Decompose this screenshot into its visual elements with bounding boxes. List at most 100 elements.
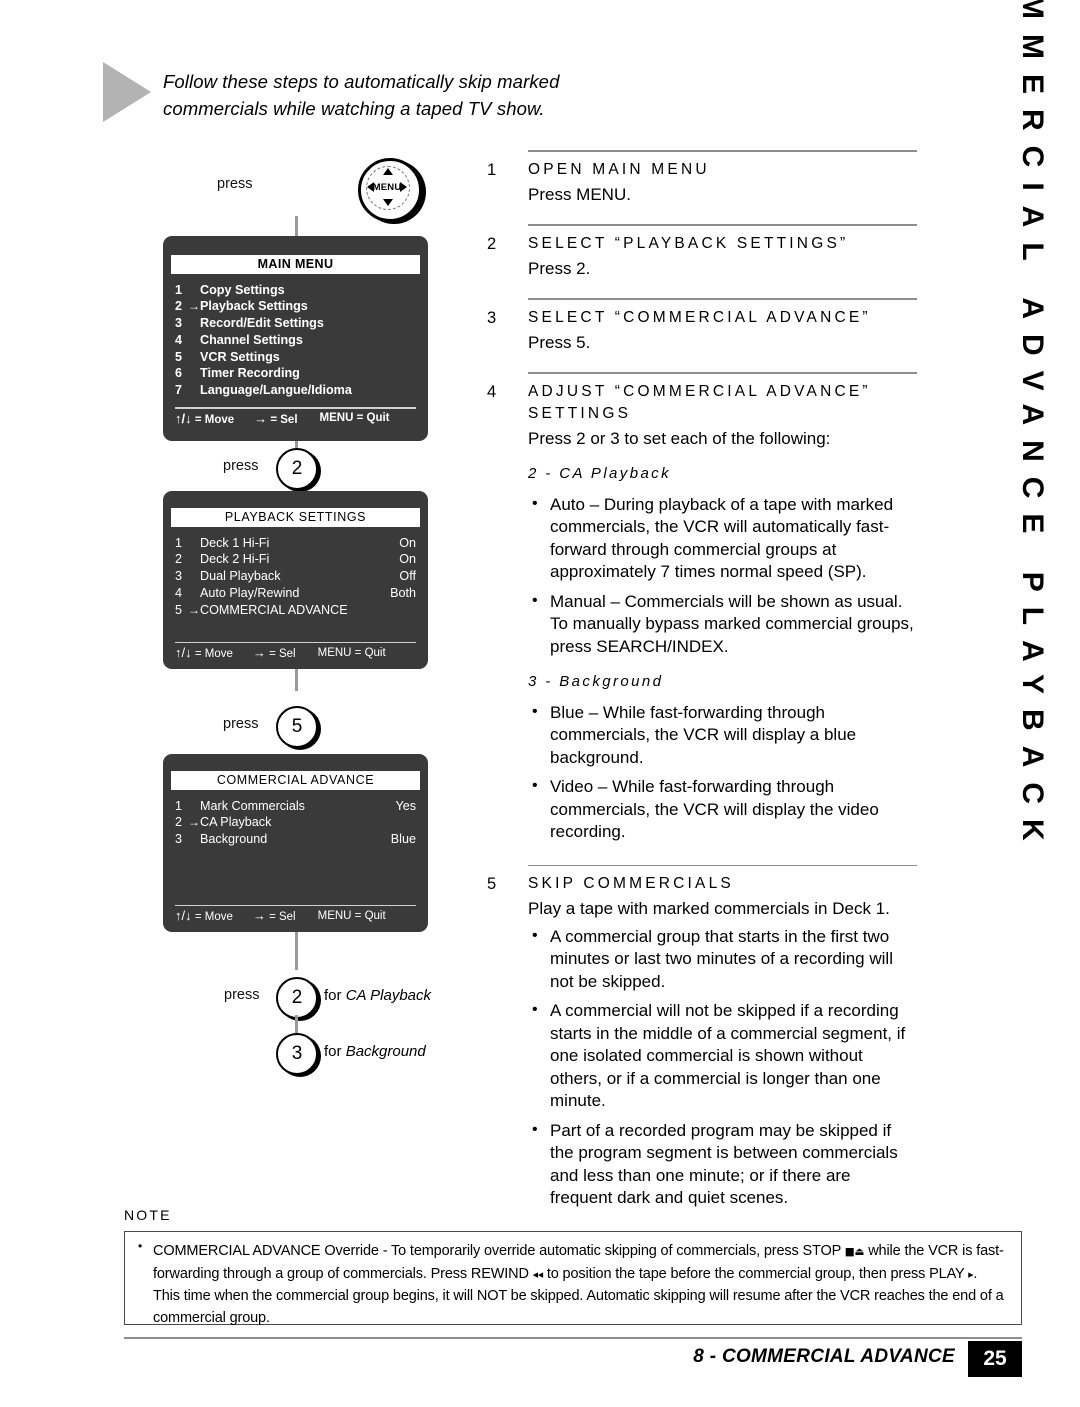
row-label: Background [200,832,268,847]
menu-item[interactable]: 1 Deck 1 Hi-Fi On [175,535,416,552]
row-number: 3 [175,832,183,847]
stop-icon: ■⏏ [844,1245,865,1258]
press-label-2: press [223,458,259,474]
row-number: 5 [175,349,183,364]
press-2-ca-playback-row: press 2 for CA Playback [100,970,480,1026]
intro-arrow-icon [103,62,151,122]
step-title: ADJUST “COMMERCIAL ADVANCE” SETTINGS [528,382,871,422]
row-value: Off [399,569,416,584]
note-item: COMMERCIAL ADVANCE Override - To tempora… [135,1239,1011,1328]
press-label-menu: press [217,176,253,192]
screen-main-menu: MAIN MENU 1 Copy Settings 2 → Playback Sett… [163,236,428,441]
background-italic: Background [345,1043,426,1060]
step-number: 4 [487,382,497,401]
row-label: Language/Langue/Idioma [200,383,352,398]
menu-item[interactable]: 7 Language/Langue/Idioma [175,382,416,399]
row-arrow-icon: → [188,815,200,830]
hint-move-label: = Move [194,911,233,923]
key-3-label: 3 [291,1043,303,1064]
key-2-button[interactable]: 2 [276,448,318,490]
page-number: 25 [968,1341,1022,1377]
menu-item[interactable]: 1 Copy Settings [175,282,416,299]
row-number: 2 [175,299,183,314]
for-word: for [324,1043,346,1060]
row-value: Both [390,585,416,600]
step-body: Play a tape with marked commercials in D… [528,898,917,1210]
row-value: Yes [395,798,416,813]
row-value: Blue [390,832,416,847]
bullet-item: A commercial will not be skipped if a re… [528,999,917,1113]
updown-arrow-icon: ↑/↓ [175,908,192,923]
footer-title: 8 - COMMERCIAL ADVANCE [693,1346,955,1367]
bullet-list-ca-playback: Auto – During playback of a tape with ma… [528,493,917,659]
right-arrow-icon: → [254,410,268,426]
screen-rows-main-menu: 1 Copy Settings 2 → Playback Settings 3 Reco… [163,274,428,400]
screen-title-commercial-advance: COMMERCIAL ADVANCE [171,771,420,790]
menu-item[interactable]: 3 Background Blue [175,831,416,848]
connector-line [295,669,298,691]
key-2b-button[interactable]: 2 [276,977,318,1019]
menu-item[interactable]: 4 Channel Settings [175,332,416,349]
row-number: 3 [175,316,183,331]
screen-rows-commercial-advance: 1 Mark Commercials Yes 2 → CA Playback 3 Back… [163,790,428,848]
row-number: 1 [175,535,183,550]
screen-playback-settings: PLAYBACK SETTINGS 1 Deck 1 Hi-Fi On 2 Deck … [163,491,428,669]
side-tab-title: COMMERCIAL ADVANCE PLAYBACK [1016,0,1049,856]
key-5-label: 5 [291,716,303,737]
menu-button-icon[interactable]: MENU [358,158,422,222]
menu-item[interactable]: 2 Deck 2 Hi-Fi On [175,551,416,568]
row-arrow-icon: → [188,602,200,617]
row-number: 2 [175,552,183,567]
menu-item[interactable]: 6 Timer Recording [175,365,416,382]
hint-quit-label: MENU = Quit [319,412,390,425]
step-instruction: Press 2 or 3 to set each of the followin… [528,428,831,448]
intro-text: Follow these steps to automatically skip… [163,71,560,119]
menu-item[interactable]: 4 Auto Play/Rewind Both [175,585,416,602]
row-number: 4 [175,585,183,600]
menu-item[interactable]: 3 Record/Edit Settings [175,315,416,332]
step-number: 2 [487,234,497,253]
key-5-button[interactable]: 5 [276,706,318,748]
row-number: 7 [175,383,183,398]
hint-quit-label: MENU = Quit [317,646,386,659]
footer-divider [124,1337,1022,1339]
key-3-button[interactable]: 3 [276,1033,318,1075]
menu-item[interactable]: 2 → Playback Settings [175,298,416,315]
row-number: 1 [175,798,183,813]
divider [528,864,917,867]
for-background-label: for Background [324,1043,426,1060]
menu-item[interactable]: 5 VCR Settings [175,349,416,366]
row-label: Auto Play/Rewind [200,585,300,600]
divider [528,224,917,226]
divider [175,407,416,409]
hint-sel: → = Sel [253,908,296,923]
hint-sel-label: = Sel [269,911,296,923]
divider [175,641,416,643]
menu-item[interactable]: 2 → CA Playback [175,814,416,831]
menu-item[interactable]: 5 → COMMERCIAL ADVANCE [175,602,416,619]
menu-item[interactable]: 3 Dual Playback Off [175,568,416,585]
press-menu-row: press MENU [100,150,480,240]
press-label-5: press [223,716,259,732]
menu-item[interactable]: 1 Mark Commercials Yes [175,798,416,815]
screen-footer-hints: ↑/↓ = Move → = Sel MENU = Quit [175,908,416,932]
step-4: 4 ADJUST “COMMERCIAL ADVANCE” SETTINGS P… [487,372,917,844]
menu-down-arrow-icon [383,199,393,206]
right-arrow-icon: → [252,908,266,923]
row-label: Deck 1 Hi-Fi [200,535,270,550]
menu-button-label: MENU [372,182,402,193]
instructions-column: 1 OPEN MAIN MENU Press MENU. 2 SELECT “P… [487,150,917,1217]
step-number: 3 [487,308,497,327]
bullet-item: Manual – Commercials will be shown as us… [528,590,917,659]
menu-up-arrow-icon [383,168,393,175]
hint-sel: → = Sel [254,411,297,426]
row-label: Mark Commercials [200,798,305,813]
hint-move: ↑/↓ = Move [175,411,234,426]
key-2b-label: 2 [291,987,303,1008]
step-body: Press 2. [528,258,917,281]
bullet-item: Part of a recorded program may be skippe… [528,1119,917,1210]
note-text-part3: to position the tape before the commerci… [542,1264,969,1282]
hint-sel-label: = Sel [269,648,296,660]
divider [175,904,416,906]
row-label: Dual Playback [200,569,281,584]
